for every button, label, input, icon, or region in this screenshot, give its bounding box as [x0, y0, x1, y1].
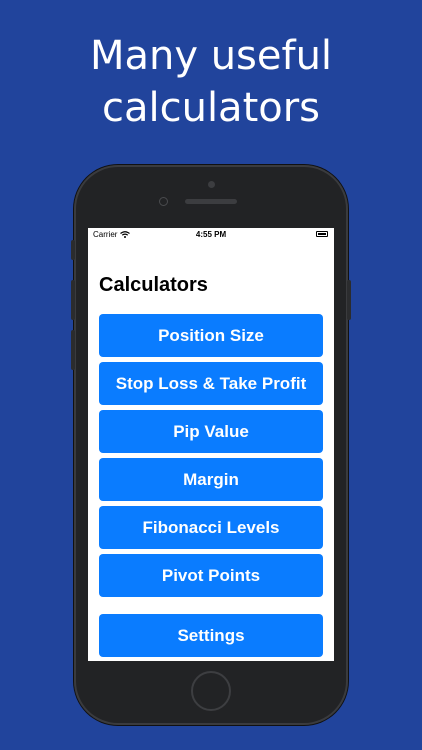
calculator-menu: Position Size Stop Loss & Take Profit Pi… — [99, 314, 323, 602]
status-time: 4:55 PM — [195, 230, 227, 239]
earpiece-camera-icon — [208, 181, 215, 188]
volume-up-button — [71, 280, 75, 320]
speaker-grille — [185, 199, 237, 204]
pip-value-button[interactable]: Pip Value — [99, 410, 323, 453]
power-button — [347, 280, 351, 320]
page-title: Calculators — [99, 274, 208, 296]
front-camera-icon — [159, 197, 168, 206]
margin-button[interactable]: Margin — [99, 458, 323, 501]
mute-switch — [71, 240, 75, 260]
phone-frame: Carrier 4:55 PM Calculators Position Siz… — [71, 165, 351, 725]
promo-headline: Many useful calculators — [0, 30, 422, 134]
status-bar: Carrier 4:55 PM — [88, 228, 334, 240]
headline-line-2: calculators — [101, 85, 321, 131]
phone-screen: Carrier 4:55 PM Calculators Position Siz… — [88, 228, 334, 661]
home-button — [191, 671, 231, 711]
pivot-points-button[interactable]: Pivot Points — [99, 554, 323, 597]
battery-icon — [316, 231, 328, 237]
fibonacci-levels-button[interactable]: Fibonacci Levels — [99, 506, 323, 549]
stop-loss-take-profit-button[interactable]: Stop Loss & Take Profit — [99, 362, 323, 405]
settings-button[interactable]: Settings — [99, 614, 323, 657]
position-size-button[interactable]: Position Size — [99, 314, 323, 357]
headline-line-1: Many useful — [89, 33, 333, 79]
volume-down-button — [71, 330, 75, 370]
